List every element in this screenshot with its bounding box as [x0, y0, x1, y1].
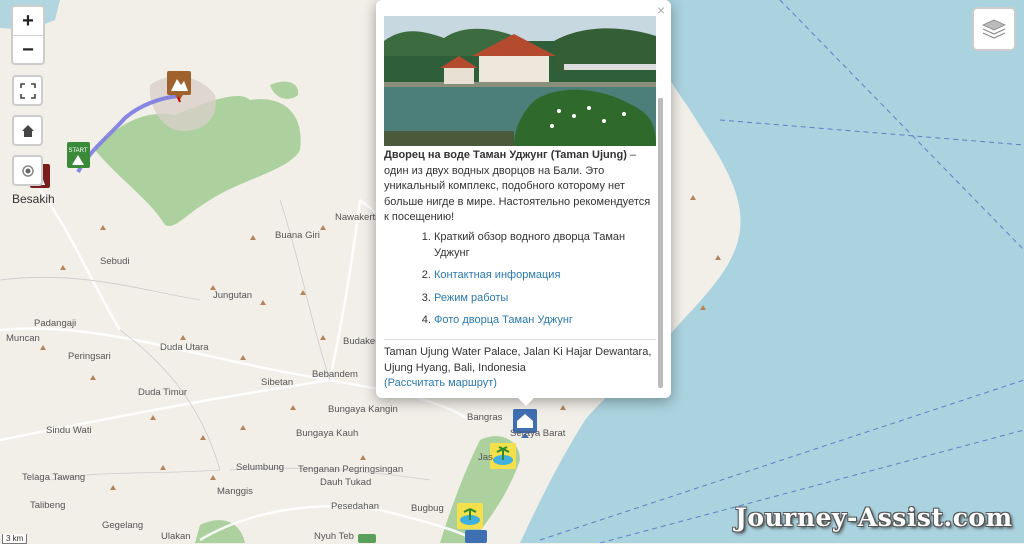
palace-photo — [384, 16, 656, 146]
marker-icon — [358, 534, 376, 543]
popup-list: Краткий обзор водного дворца Таман Уджун… — [384, 230, 656, 329]
place-label: Nyuh Teb — [314, 531, 354, 542]
locate-icon — [21, 164, 34, 177]
place-label: Sindu Wati — [46, 425, 92, 436]
place-label: Buana Giri — [275, 230, 320, 241]
place-label: Bebandem — [312, 369, 358, 380]
layers-icon — [982, 19, 1006, 39]
place-label: Telaga Tawang — [22, 472, 86, 483]
fullscreen-icon — [19, 82, 36, 99]
contact-link[interactable]: Контактная информация — [434, 269, 560, 281]
start-marker-icon: START — [67, 142, 90, 168]
fullscreen-button[interactable] — [12, 75, 43, 106]
address-text: Taman Ujung Water Palace, Jalan Ki Hajar… — [384, 346, 652, 374]
place-label: Nawakerti — [335, 212, 378, 223]
zoom-in-button[interactable]: + — [13, 7, 43, 36]
place-label: Duda Timur — [138, 387, 188, 398]
popup-scrollbar[interactable] — [658, 98, 663, 388]
beach-marker-icon — [457, 503, 483, 529]
beach-marker-icon — [490, 443, 516, 469]
place-label: Talibeng — [30, 500, 66, 511]
place-label: Seraya Barat — [510, 428, 566, 439]
place-label: Jas — [478, 452, 493, 463]
zoom-out-button[interactable]: − — [13, 36, 43, 64]
place-label: Besakih — [12, 192, 55, 206]
place-label: Muncan — [6, 333, 40, 344]
popup-description: Дворец на воде Таман Уджунг (Taman Ujung… — [384, 148, 656, 226]
place-label: Budakel — [343, 336, 378, 347]
place-label: Manggis — [217, 486, 253, 497]
home-button[interactable] — [12, 115, 43, 146]
list-item: Фото дворца Таман Уджунг — [434, 313, 656, 329]
hours-link[interactable]: Режим работы — [434, 292, 508, 304]
list-item: Краткий обзор водного дворца Таман Уджун… — [434, 230, 656, 261]
place-label: Sebudi — [100, 256, 130, 267]
home-icon — [21, 124, 34, 137]
svg-text:START: START — [68, 148, 87, 154]
place-label: Tenganan Pegringsingan — [298, 464, 404, 475]
info-popup: × Дворец на воде Таман Уджунг (Taman Uju… — [376, 0, 671, 398]
place-label: Gegelang — [102, 520, 144, 531]
locate-button[interactable] — [12, 155, 43, 186]
place-label: Ulakan — [161, 531, 191, 542]
popup-content: Дворец на воде Таман Уджунг (Taman Ujung… — [384, 16, 656, 388]
popup-close-button[interactable]: × — [657, 2, 665, 18]
popup-tip — [516, 396, 536, 406]
list-item: Режим работы — [434, 291, 656, 307]
zoom-control: + − — [11, 5, 45, 65]
place-label: Bungaya Kangin — [328, 404, 398, 415]
popup-address: Taman Ujung Water Palace, Jalan Ki Hajar… — [384, 339, 656, 388]
place-label: Dauh Tukad — [320, 477, 372, 488]
place-label: Bangras — [467, 412, 503, 423]
route-link[interactable]: (Рассчитать маршрут) — [384, 377, 497, 388]
place-label: Sibetan — [261, 377, 294, 388]
popup-title: Дворец на воде Таман Уджунг (Taman Ujung… — [384, 149, 627, 161]
place-label: Padangaji — [34, 318, 77, 329]
photo-link[interactable]: Фото дворца Таман Уджунг — [434, 314, 573, 326]
list-item: Контактная информация — [434, 268, 656, 284]
diving-marker-icon — [465, 530, 487, 543]
place-label: Pesedahan — [331, 501, 380, 512]
place-label: Jungutan — [213, 290, 253, 301]
watermark: Journey-Assist.com — [735, 503, 1013, 532]
place-label: Selumbung — [236, 462, 285, 473]
place-label: Bungaya Kauh — [296, 428, 359, 439]
place-label: Bugbug — [411, 503, 444, 514]
place-label: Duda Utara — [160, 342, 209, 353]
layers-button[interactable] — [972, 7, 1016, 51]
place-label: Peringsari — [68, 351, 111, 362]
forest-area — [270, 81, 299, 99]
